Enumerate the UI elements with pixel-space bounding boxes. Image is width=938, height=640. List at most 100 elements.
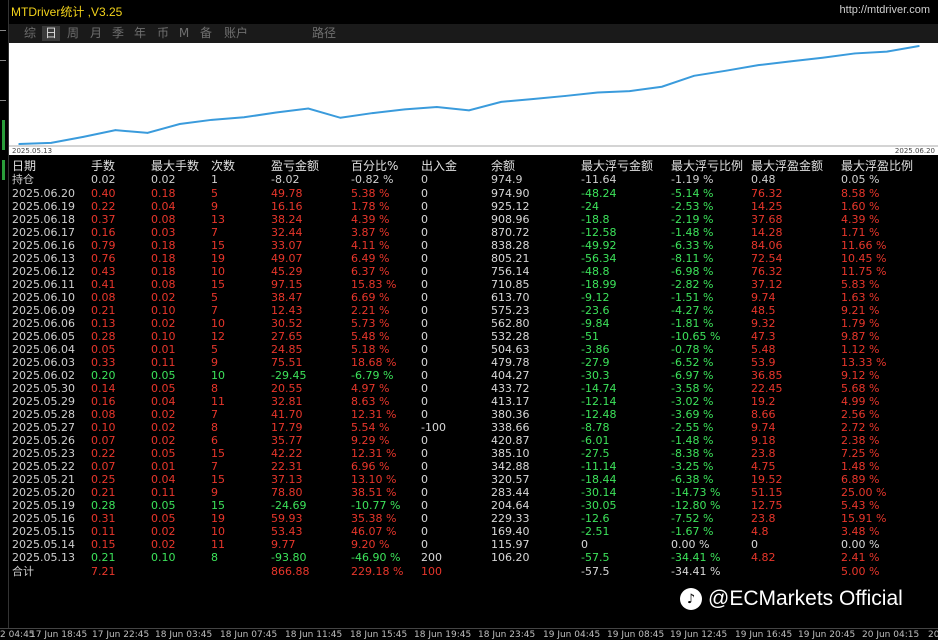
tab-1[interactable]: 日 <box>42 26 60 41</box>
table-cell: 37.68 <box>751 213 783 226</box>
table-row: 2025.06.13 0.76 0.18 19 49.07 6.49 % 0 805.21 -5… <box>9 252 938 266</box>
tab-3[interactable]: 月 <box>87 26 105 41</box>
tab-6[interactable]: 币 <box>154 26 172 41</box>
table-cell: 0.11 <box>151 486 176 499</box>
table-cell: 0.76 <box>91 252 116 265</box>
table-cell: 0.05 <box>151 369 176 382</box>
balance-point-15 <box>500 101 502 103</box>
balance-point-22 <box>725 69 727 72</box>
table-cell: -8.78 <box>581 421 610 434</box>
table-cell: 2025.06.06 <box>12 317 75 330</box>
table-row: 2025.05.22 0.07 0.01 7 22.31 6.96 % 0 342.88 -11… <box>9 460 938 474</box>
table-cell: 0.18 <box>151 239 176 252</box>
table-cell: -48.8 <box>581 265 610 278</box>
tiktok-icon: ♪ <box>680 588 702 610</box>
table-cell: 2025.06.12 <box>12 265 75 278</box>
table-cell: 10 <box>211 265 225 278</box>
table-cell: -10.77 % <box>351 499 401 512</box>
tab-10[interactable]: 路径 <box>309 26 339 41</box>
table-cell: 9 <box>211 356 218 369</box>
table-cell: 2025.06.20 <box>12 187 75 200</box>
table-cell: -9.84 <box>581 317 610 330</box>
time-axis-label: 20 Jun 04:15 <box>862 630 920 640</box>
table-cell: -3.02 % <box>671 395 714 408</box>
table-cell: 最大手数 <box>151 159 200 173</box>
table-row: 日期 手数 最大手数 次数 盈亏金额 百分比% 出入金 余额 最大浮亏金额 最大浮亏比例 最大浮盈金… <box>9 158 938 173</box>
table-cell: 0.16 <box>91 226 116 239</box>
table-cell: 38.24 <box>271 213 303 226</box>
table-cell: 9.74 <box>751 291 776 304</box>
table-cell: 0.02 <box>91 173 116 186</box>
table-cell: 5.48 <box>751 343 776 356</box>
table-cell: 0.04 <box>151 395 176 408</box>
table-cell: 7 <box>211 408 218 421</box>
table-cell: 0 <box>421 460 428 473</box>
table-cell: 0.05 <box>151 499 176 512</box>
website-link[interactable]: http://mtdriver.com <box>840 4 930 16</box>
tab-2[interactable]: 周 <box>64 26 82 41</box>
balance-point-2 <box>82 136 85 138</box>
table-row: 2025.06.09 0.21 0.10 7 12.43 2.21 % 0 575.23 -23… <box>9 304 938 318</box>
table-cell: 0.02 <box>151 434 176 447</box>
time-axis-label: 18 Jun 03:45 <box>155 630 213 640</box>
table-cell: 15 <box>211 473 225 486</box>
table-cell: -18.99 <box>581 278 617 291</box>
table-cell: 2025.06.09 <box>12 304 75 317</box>
tab-0[interactable]: 综 <box>21 26 39 41</box>
table-row: 持仓 0.02 0.02 1 -8.02 -0.82 % 0 974.9 -11.64 -1.19… <box>9 173 938 187</box>
table-cell: 9.18 <box>751 434 776 447</box>
table-row: 2025.05.15 0.11 0.02 10 53.43 46.07 % 0 169.40 -… <box>9 525 938 539</box>
table-cell: 0.28 <box>91 499 116 512</box>
table-cell: 106.20 <box>491 551 530 564</box>
table-cell: 11 <box>211 395 225 408</box>
table-cell: 35.77 <box>271 434 303 447</box>
table-cell: 15 <box>211 239 225 252</box>
tab-9[interactable]: 账户 <box>219 26 253 41</box>
table-cell: 最大浮盈金额 <box>751 159 824 173</box>
table-cell: 3.87 % <box>351 226 390 239</box>
table-cell: 0 <box>421 369 428 382</box>
table-cell: 710.85 <box>491 278 530 291</box>
table-row: 2025.05.30 0.14 0.05 8 20.55 4.97 % 0 433.72 -14… <box>9 382 938 396</box>
table-cell: 14.28 <box>751 226 783 239</box>
table-cell: 0.37 <box>91 213 116 226</box>
table-cell: 1.12 % <box>841 343 880 356</box>
tab-7[interactable]: M <box>177 26 191 41</box>
time-axis-label: 19 Jun 12:45 <box>670 630 728 640</box>
table-cell: -93.80 <box>271 551 307 564</box>
table-cell: 6.96 % <box>351 460 390 473</box>
table-cell: 37.13 <box>271 473 303 486</box>
candle <box>2 160 5 180</box>
tab-8[interactable]: 备 <box>197 26 215 41</box>
table-cell: 575.23 <box>491 304 530 317</box>
table-cell: 59.93 <box>271 512 303 525</box>
table-cell: 1.60 % <box>841 200 880 213</box>
table-row: 2025.06.16 0.79 0.18 15 33.07 4.11 % 0 838.28 -4… <box>9 239 938 253</box>
tab-4[interactable]: 季 <box>109 26 127 41</box>
table-cell: 76.32 <box>751 265 783 278</box>
table-cell: 504.63 <box>491 343 530 356</box>
table-cell: 5.00 % <box>841 565 880 578</box>
tab-5[interactable]: 年 <box>131 26 149 41</box>
table-row: 2025.05.28 0.08 0.02 7 41.70 12.31 % 0 380.36 -1… <box>9 408 938 422</box>
table-cell: -3.69 % <box>671 408 714 421</box>
table-cell: 次数 <box>211 159 236 173</box>
table-cell: 12.75 <box>751 499 783 512</box>
table-cell: -57.5 <box>581 551 610 564</box>
table-cell: 日期 <box>12 159 37 173</box>
table-cell: -27.5 <box>581 447 610 460</box>
table-cell: -1.19 % <box>671 173 714 186</box>
table-cell: 8.63 % <box>351 395 390 408</box>
table-cell: 2025.05.15 <box>12 525 75 538</box>
table-row: 2025.06.04 0.05 0.01 5 24.85 5.18 % 0 504.63 -3.… <box>9 343 938 357</box>
table-cell: 7 <box>211 304 218 317</box>
table-cell: 0.01 <box>151 460 176 473</box>
table-cell: 19.2 <box>751 395 776 408</box>
table-cell: 4.97 % <box>351 382 390 395</box>
table-cell: 0.02 <box>151 408 176 421</box>
chart-x-label: 2025.05.13 <box>12 147 52 155</box>
table-cell: 2025.05.29 <box>12 395 75 408</box>
table-cell: 0 <box>421 434 428 447</box>
table-cell: 0.05 <box>151 382 176 395</box>
table-cell: 2025.05.21 <box>12 473 75 486</box>
